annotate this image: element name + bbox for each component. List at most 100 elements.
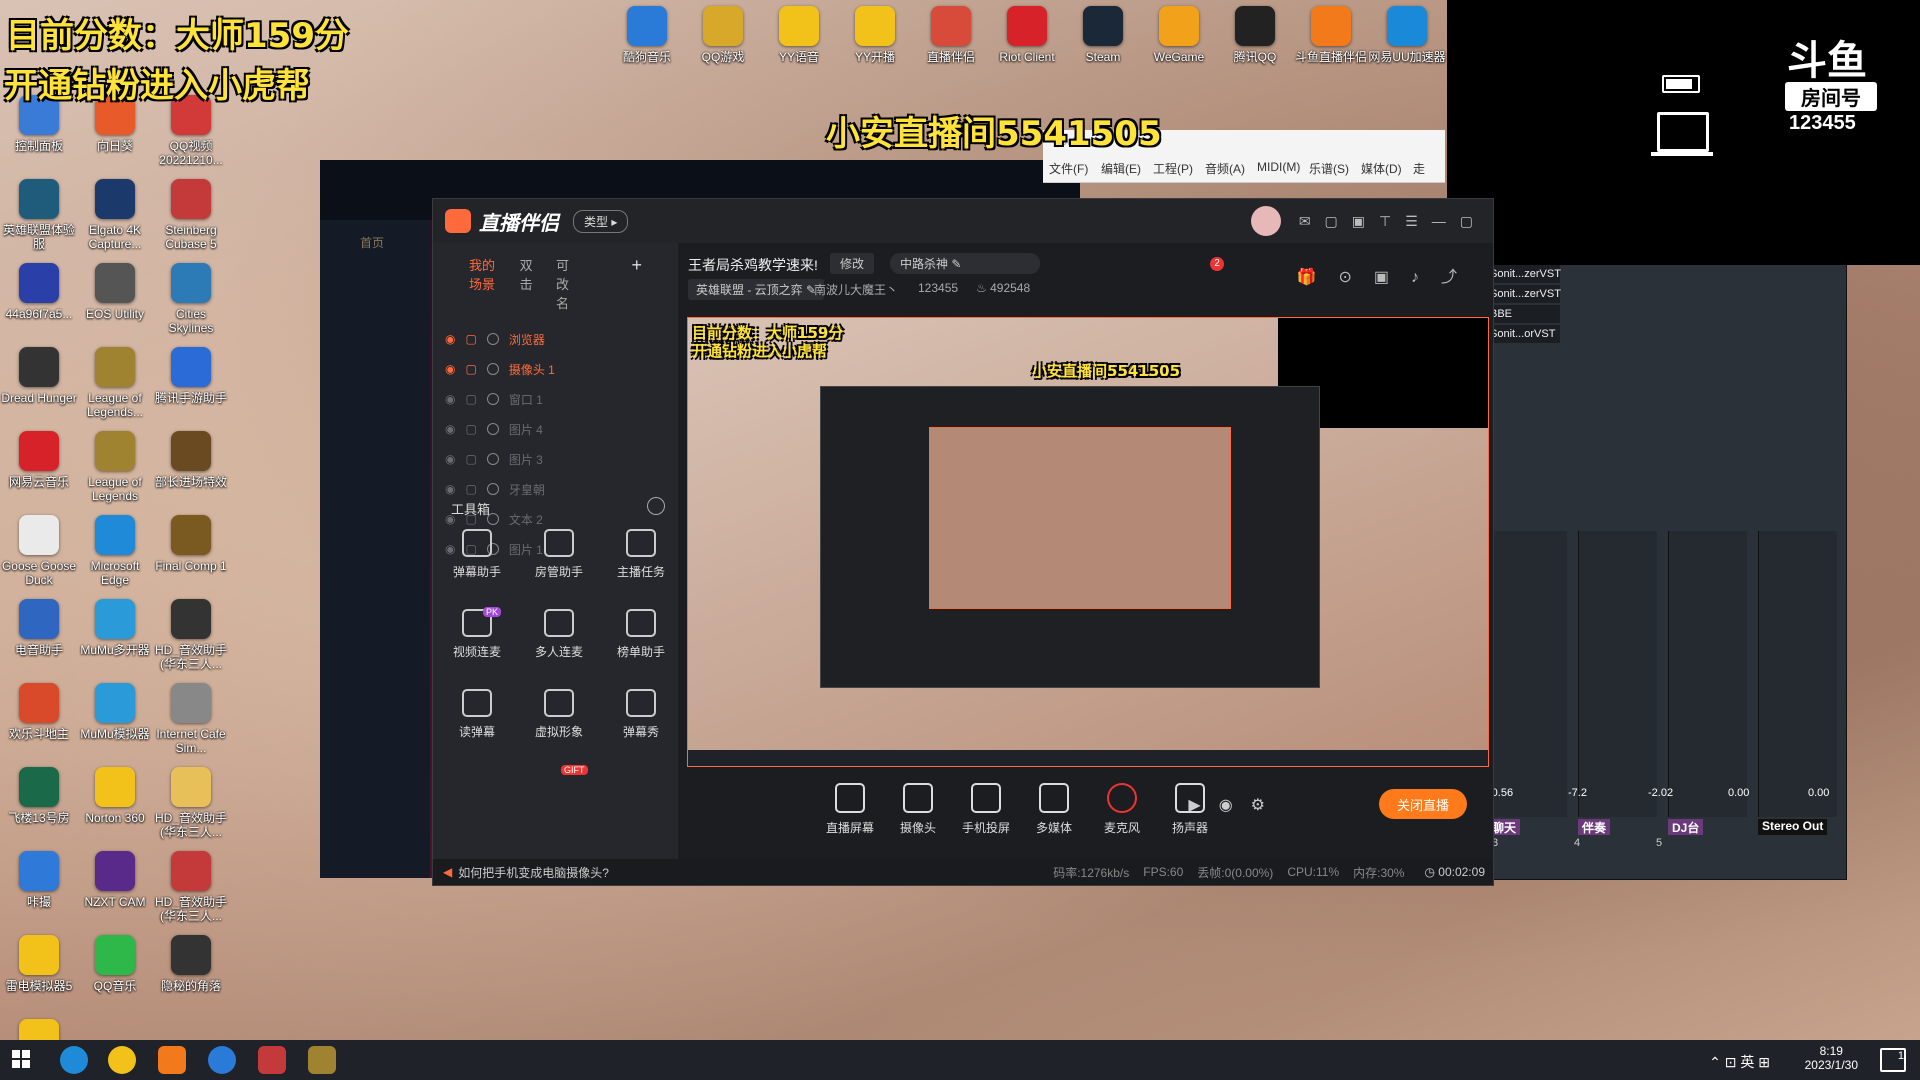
desktop-icon[interactable]: 隐秘的角落: [152, 935, 230, 993]
desktop-icon[interactable]: 网易云音乐: [0, 431, 78, 489]
visibility-icon[interactable]: ◉: [445, 422, 455, 436]
insert-slot[interactable]: Sonit...orVST: [1490, 325, 1560, 343]
bottom-right-icons[interactable]: ▶◉⚙: [1188, 795, 1283, 815]
start-icon[interactable]: [12, 1050, 30, 1068]
lock-icon[interactable]: ▢: [465, 422, 476, 436]
mixer-channel-strip[interactable]: [1488, 531, 1567, 817]
lock-icon[interactable]: ▢: [465, 452, 476, 466]
desktop-icon[interactable]: Final Comp 1: [152, 515, 230, 573]
desktop-icon[interactable]: Goose Goose Duck: [0, 515, 78, 587]
lock-icon[interactable]: ▢: [465, 392, 476, 406]
tip-link[interactable]: 如何把手机变成电脑摄像头?: [458, 864, 609, 881]
desktop-icon[interactable]: MuMu多开器: [76, 599, 154, 657]
desktop-icon[interactable]: 直播伴侣: [912, 6, 990, 64]
add-scene-button[interactable]: +: [631, 255, 642, 312]
desktop-icon[interactable]: 酷狗音乐: [608, 6, 686, 64]
type-button[interactable]: 类型 ▸: [573, 209, 629, 233]
desktop-icon[interactable]: YY语音: [760, 6, 838, 64]
cubase-menu-item[interactable]: 编辑(E): [1101, 160, 1141, 177]
tool-button[interactable]: 榜单助手: [601, 609, 681, 660]
insert-slot[interactable]: Sonit...zerVST: [1490, 265, 1561, 283]
desktop-icon[interactable]: Microsoft Edge: [76, 515, 154, 587]
titlebar-icons[interactable]: ✉▢▣⊤☰—▢: [1299, 213, 1487, 230]
desktop-icon[interactable]: HD_音效助手(华东三人...: [152, 767, 230, 839]
avatar[interactable]: [1250, 206, 1281, 236]
header-tool-icons[interactable]: 🎁⊙▣♪⤴: [1297, 263, 1479, 287]
mixer-channel-strip[interactable]: [1758, 531, 1837, 817]
tab-my-scenes[interactable]: 我的场景: [469, 255, 498, 312]
mixer-channel-strip[interactable]: [1578, 531, 1657, 817]
desktop-icon[interactable]: WeGame: [1140, 6, 1218, 64]
lock-icon[interactable]: ▢: [465, 362, 476, 376]
desktop-icon[interactable]: Internet Cafe Sim...: [152, 683, 230, 755]
cubase-menu-item[interactable]: 乐谱(S): [1309, 160, 1349, 177]
bottom-tool-button[interactable]: 麦克风: [1087, 783, 1157, 836]
desktop-icon[interactable]: 腾讯QQ: [1216, 6, 1294, 64]
desktop-icon[interactable]: League of Legends: [76, 431, 154, 503]
bottom-tool-button[interactable]: 多媒体: [1019, 783, 1089, 836]
mixer-channel-strip[interactable]: [1668, 531, 1747, 817]
desktop-icon[interactable]: 英雄联盟体验服: [0, 179, 78, 251]
toolbox-more-icon[interactable]: [647, 497, 665, 515]
lock-icon[interactable]: ▢: [465, 332, 476, 346]
insert-slot[interactable]: BBE D...izerCN: [1490, 305, 1560, 338]
desktop-icon[interactable]: 部长进场特效: [152, 431, 230, 489]
desktop-icon[interactable]: Elgato 4K Capture...: [76, 179, 154, 251]
tool-button[interactable]: 多人连麦: [519, 609, 599, 660]
desktop-icon[interactable]: QQ音乐: [76, 935, 154, 993]
desktop-icon[interactable]: 飞楼13号房: [0, 767, 78, 825]
desktop-icon[interactable]: 咔撮: [0, 851, 78, 909]
stream-preview[interactable]: 目前分数：大师159分 开通钻粉进入小虎帮 小安直播间5541505: [687, 317, 1489, 767]
tab-rename[interactable]: 可改名: [556, 255, 578, 312]
desktop-icon[interactable]: 欢乐斗地主: [0, 683, 78, 741]
position-tag[interactable]: 中路杀神 ✎: [890, 253, 1040, 274]
live-companion-taskbar-icon[interactable]: [158, 1046, 186, 1074]
scene-item[interactable]: ◉ ▢ 图片 4: [433, 414, 678, 444]
visibility-icon[interactable]: ◉: [445, 452, 455, 466]
cubase-menu-item[interactable]: 走: [1413, 160, 1425, 177]
visibility-icon[interactable]: ◉: [445, 392, 455, 406]
cubase-menu-item[interactable]: 工程(P): [1153, 160, 1193, 177]
tool-button[interactable]: 视频连麦: [437, 609, 517, 660]
visibility-icon[interactable]: ◉: [445, 362, 455, 376]
cubase-menu-item[interactable]: 文件(F): [1049, 160, 1088, 177]
scene-item[interactable]: ◉ ▢ 图片 3: [433, 444, 678, 474]
tool-button[interactable]: 虚拟形象: [519, 689, 599, 740]
tab-double-click[interactable]: 双击: [520, 255, 534, 312]
desktop-icon[interactable]: 电音助手: [0, 599, 78, 657]
desktop-icon[interactable]: HD_音效助手(华东三人...: [152, 599, 230, 671]
live-companion-window[interactable]: 直播伴侣 类型 ▸ ✉▢▣⊤☰—▢ 我的场景 双击 可改名 + ◉ ▢ 浏览器 ◉ ▢ 摄…: [432, 198, 1494, 886]
desktop-icon[interactable]: League of Legends...: [76, 347, 154, 419]
desktop-icon[interactable]: 斗鱼直播伴侣: [1292, 6, 1370, 64]
desktop-icon[interactable]: Norton 360: [76, 767, 154, 825]
category-tag[interactable]: 英雄联盟 - 云顶之弈 ✎: [688, 279, 825, 300]
tool-button[interactable]: 读弹幕: [437, 689, 517, 740]
desktop-icon[interactable]: HD_音效助手(华东三人...: [152, 851, 230, 923]
edit-title-button[interactable]: 修改: [830, 253, 875, 274]
cubase-menu-item[interactable]: MIDI(M): [1257, 160, 1300, 174]
scene-item[interactable]: ◉ ▢ 窗口 1: [433, 384, 678, 414]
tool-button[interactable]: 主播任务: [601, 529, 681, 580]
desktop-icon[interactable]: MuMu模拟器: [76, 683, 154, 741]
desktop-icon[interactable]: EOS Utility: [76, 263, 154, 321]
stop-live-button[interactable]: 关闭直播: [1379, 789, 1467, 819]
cubase-menu-item[interactable]: 音频(A): [1205, 160, 1245, 177]
scene-item[interactable]: ◉ ▢ 摄像头 1: [433, 354, 678, 384]
kugou-taskbar-icon[interactable]: [208, 1046, 236, 1074]
desktop-icon[interactable]: QQ游戏: [684, 6, 762, 64]
desktop-icon[interactable]: Steinberg Cubase 5: [152, 179, 230, 251]
cubase-taskbar-icon[interactable]: [258, 1046, 286, 1074]
insert-slot[interactable]: Sonit...zerVST: [1490, 285, 1561, 303]
desktop-icon[interactable]: Dread Hunger: [0, 347, 78, 405]
desktop-icon[interactable]: NZXT CAM: [76, 851, 154, 909]
desktop-icon[interactable]: 雷电模拟器5: [0, 935, 78, 993]
desktop-icon[interactable]: Steam: [1064, 6, 1142, 64]
desktop-icon[interactable]: YY开播: [836, 6, 914, 64]
cubase-mixer[interactable]: Sonit...zerVST Sonit...zerVST BBE D...izer…: [1487, 262, 1847, 880]
tray-icons[interactable]: ⌃ ⊡ 英 ⊞: [1709, 1052, 1770, 1072]
league-home-tab[interactable]: 首页: [320, 220, 430, 265]
lock-icon[interactable]: ▢: [465, 482, 476, 496]
desktop-icon[interactable]: 腾讯手游助手: [152, 347, 230, 405]
scene-item[interactable]: ◉ ▢ 浏览器: [433, 324, 678, 354]
desktop-icon[interactable]: 网易UU加速器: [1368, 6, 1446, 64]
